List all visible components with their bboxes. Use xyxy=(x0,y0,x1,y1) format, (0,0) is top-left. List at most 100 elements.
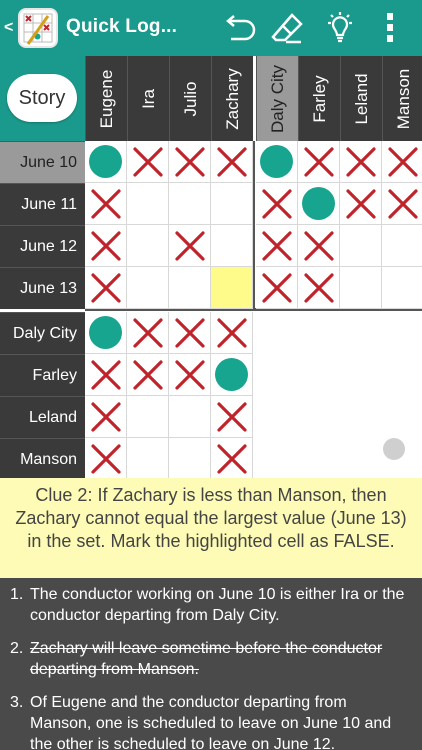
x-mark-icon xyxy=(387,188,418,219)
grid-cell[interactable] xyxy=(298,267,340,309)
scroll-handle[interactable] xyxy=(383,438,405,460)
x-mark-icon xyxy=(174,359,205,390)
clue-number: 2. xyxy=(10,640,24,657)
more-vertical-icon[interactable] xyxy=(370,8,410,48)
x-mark-icon xyxy=(303,146,334,177)
row-header-june-13[interactable]: June 13 xyxy=(0,267,85,309)
column-header-julio[interactable]: Julio xyxy=(169,56,211,141)
back-arrow-icon[interactable]: < xyxy=(4,19,13,37)
column-header-label: Daly City xyxy=(267,64,287,133)
grid-cell[interactable] xyxy=(382,267,422,309)
clue-number: 1. xyxy=(10,586,24,603)
column-header-label: Julio xyxy=(180,81,200,116)
grid-cell[interactable] xyxy=(85,354,127,396)
grid-cell[interactable] xyxy=(211,396,253,438)
grid-cell[interactable] xyxy=(169,183,211,225)
grid-cell[interactable] xyxy=(382,183,422,225)
column-header-manson[interactable]: Manson xyxy=(382,56,422,141)
app-title: Quick Log... xyxy=(66,16,178,37)
story-button[interactable]: Story xyxy=(7,74,77,122)
column-header-farley[interactable]: Farley xyxy=(298,56,340,141)
grid-cell[interactable] xyxy=(340,267,382,309)
true-dot-icon xyxy=(215,358,248,391)
grid-cell[interactable] xyxy=(298,225,340,267)
eraser-icon[interactable] xyxy=(267,8,307,48)
grid-cell[interactable] xyxy=(85,396,127,438)
grid-cell[interactable] xyxy=(169,438,211,480)
row-header-daly-city[interactable]: Daly City xyxy=(0,312,85,354)
grid-cell[interactable] xyxy=(127,354,169,396)
grid-cell[interactable] xyxy=(85,438,127,480)
grid-cell[interactable] xyxy=(211,141,253,183)
grid-cell[interactable] xyxy=(211,267,253,309)
x-mark-icon xyxy=(216,317,247,348)
app-bar: < Quick Log... xyxy=(0,0,422,56)
undo-icon[interactable] xyxy=(219,8,259,48)
column-header-label: Zachary xyxy=(222,67,242,130)
row-header-farley[interactable]: Farley xyxy=(0,354,85,396)
grid-cell[interactable] xyxy=(169,225,211,267)
app-logo-icon[interactable] xyxy=(18,8,58,48)
grid-cell[interactable] xyxy=(127,183,169,225)
column-header-ira[interactable]: Ira xyxy=(127,56,169,141)
column-header-daly-city[interactable]: Daly City xyxy=(256,56,298,141)
column-header-leland[interactable]: Leland xyxy=(340,56,382,141)
grid-cell[interactable] xyxy=(298,183,340,225)
clue-item[interactable]: 3. Of Eugene and the conductor departing … xyxy=(0,692,422,750)
row-header-june-12[interactable]: June 12 xyxy=(0,225,85,267)
grid-cell[interactable] xyxy=(85,141,127,183)
x-mark-icon xyxy=(387,146,418,177)
lightbulb-icon[interactable] xyxy=(320,8,360,48)
grid-cell[interactable] xyxy=(85,312,127,354)
row-header-june-10[interactable]: June 10 xyxy=(0,141,85,183)
logic-grid: Story Eugene Ira Julio Zachary Daly City Farl… xyxy=(0,56,422,480)
grid-cell[interactable] xyxy=(127,141,169,183)
grid-cell[interactable] xyxy=(127,312,169,354)
x-mark-icon xyxy=(345,146,376,177)
grid-cell[interactable] xyxy=(256,183,298,225)
clue-item[interactable]: 2. Zachary will leave sometime before the… xyxy=(0,638,422,680)
x-mark-icon xyxy=(90,401,121,432)
grid-cell[interactable] xyxy=(169,141,211,183)
grid-cell[interactable] xyxy=(382,225,422,267)
grid-cell[interactable] xyxy=(340,225,382,267)
grid-cell[interactable] xyxy=(169,396,211,438)
x-mark-icon xyxy=(261,230,292,261)
row-header-manson[interactable]: Manson xyxy=(0,438,85,480)
grid-cell[interactable] xyxy=(127,267,169,309)
grid-cell[interactable] xyxy=(85,183,127,225)
column-header-zachary[interactable]: Zachary xyxy=(211,56,253,141)
grid-cell[interactable] xyxy=(211,438,253,480)
grid-cell[interactable] xyxy=(211,312,253,354)
x-mark-icon xyxy=(261,272,292,303)
clue-item[interactable]: 1. The conductor working on June 10 is ei… xyxy=(0,584,422,626)
grid-cell[interactable] xyxy=(169,354,211,396)
grid-cell[interactable] xyxy=(85,225,127,267)
grid-cell[interactable] xyxy=(127,225,169,267)
row-header-june-11[interactable]: June 11 xyxy=(0,183,85,225)
grid-cell[interactable] xyxy=(211,225,253,267)
grid-cell[interactable] xyxy=(211,183,253,225)
x-mark-icon xyxy=(90,443,121,474)
grid-cell[interactable] xyxy=(382,141,422,183)
grid-cell[interactable] xyxy=(340,183,382,225)
x-mark-icon xyxy=(303,230,334,261)
grid-cell[interactable] xyxy=(85,267,127,309)
row-header-leland[interactable]: Leland xyxy=(0,396,85,438)
x-mark-icon xyxy=(174,230,205,261)
grid-cell[interactable] xyxy=(298,141,340,183)
grid-cell[interactable] xyxy=(127,396,169,438)
clue-number: 3. xyxy=(10,694,24,711)
grid-cell[interactable] xyxy=(127,438,169,480)
grid-cell[interactable] xyxy=(256,141,298,183)
grid-cell[interactable] xyxy=(340,141,382,183)
grid-cell[interactable] xyxy=(211,354,253,396)
grid-cell[interactable] xyxy=(169,312,211,354)
grid-cell[interactable] xyxy=(256,267,298,309)
x-mark-icon xyxy=(174,146,205,177)
x-mark-icon xyxy=(132,359,163,390)
grid-cell[interactable] xyxy=(169,267,211,309)
grid-cell[interactable] xyxy=(256,225,298,267)
true-dot-icon xyxy=(89,145,122,178)
column-header-eugene[interactable]: Eugene xyxy=(85,56,127,141)
